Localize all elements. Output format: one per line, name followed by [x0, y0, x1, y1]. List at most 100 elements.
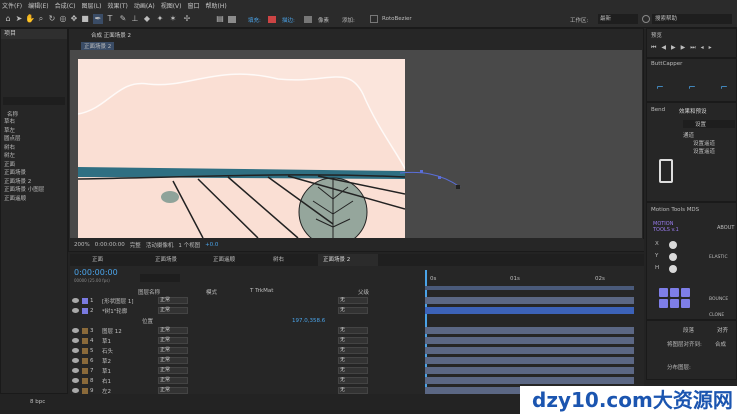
layer-parent[interactable]: 无 — [338, 337, 368, 344]
label-swatch[interactable] — [82, 367, 88, 374]
zoom-tool-icon[interactable]: ⌕ — [36, 14, 46, 24]
layer-duration-bar[interactable] — [425, 347, 634, 354]
table-row[interactable]: 9 左2 正常 无 — [72, 386, 424, 395]
stroke-swatch[interactable] — [268, 16, 276, 23]
search-icon[interactable] — [642, 15, 650, 23]
timeline-search[interactable] — [140, 274, 180, 282]
clone-button[interactable]: CLONE — [709, 313, 724, 318]
layer-mode[interactable]: 正常 — [158, 347, 188, 354]
label-swatch[interactable] — [82, 347, 88, 354]
eye-icon[interactable] — [72, 298, 79, 303]
comp-time[interactable]: 0:00:00:00 — [95, 242, 125, 248]
eye-icon[interactable] — [72, 368, 79, 373]
anchor-grid-cell[interactable] — [681, 288, 690, 297]
effects-group[interactable]: 通道 — [683, 131, 694, 139]
layer-name[interactable]: 右1 — [102, 377, 158, 385]
bit-depth[interactable]: 8 bpc — [30, 399, 45, 405]
comp-subtab[interactable]: 正面场景 2 — [81, 42, 115, 50]
layer-duration-bar[interactable] — [425, 367, 634, 374]
project-item[interactable]: 正面遥顺 — [4, 194, 66, 203]
align-icon[interactable]: ▤ — [215, 14, 225, 24]
layer-duration-bar[interactable] — [425, 307, 634, 314]
timeline-tab[interactable]: 树右 — [268, 254, 318, 266]
table-row[interactable]: 8 右1 正常 无 — [72, 376, 424, 385]
timeline-tab[interactable]: 正面遥顺 — [208, 254, 268, 266]
table-row[interactable]: 3 图层 12 正常 无 — [72, 326, 424, 335]
project-item[interactable]: 正面场景 小图层 — [4, 185, 66, 194]
clone-tool-icon[interactable]: ⊥ — [130, 14, 140, 24]
puppet-tool-icon[interactable]: ✶ — [168, 14, 178, 24]
slider-x[interactable] — [669, 241, 677, 249]
slider-h[interactable] — [669, 265, 677, 273]
label-swatch[interactable] — [82, 357, 88, 364]
layer-name[interactable]: 草2 — [102, 357, 158, 365]
eye-icon[interactable] — [72, 338, 79, 343]
menu-window[interactable]: 窗口 — [187, 1, 199, 10]
project-item[interactable]: 草右 — [4, 117, 66, 126]
menu-layer[interactable]: 图层(L) — [82, 1, 102, 10]
pin-tool-icon[interactable]: ✢ — [182, 14, 192, 24]
project-item[interactable]: 树左 — [4, 151, 66, 160]
layer-mode[interactable]: 正常 — [158, 297, 188, 304]
elastic-button[interactable]: ELASTIC — [709, 255, 728, 260]
project-item[interactable]: 正面 — [4, 160, 66, 169]
eye-icon[interactable] — [72, 378, 79, 383]
layer-parent[interactable]: 无 — [338, 387, 368, 394]
layer-name[interactable]: *树1"轮廓 — [102, 307, 158, 315]
layer-parent[interactable]: 无 — [338, 377, 368, 384]
table-row[interactable]: 2 *树1"轮廓 正常 无 — [72, 306, 424, 315]
position-value[interactable]: 197.0,358.6 — [292, 318, 325, 324]
zoom-select[interactable]: 200% — [74, 242, 90, 248]
layer-name[interactable]: [形状图层 1] — [102, 297, 158, 305]
project-search[interactable] — [3, 97, 65, 105]
effects-tab[interactable]: 效果和预设 — [679, 107, 707, 115]
hand-tool-icon[interactable]: ✋ — [25, 14, 35, 24]
bounce-button[interactable]: BOUNCE — [709, 297, 728, 302]
table-row[interactable]: 7 草1 正常 无 — [72, 366, 424, 375]
label-swatch[interactable] — [82, 307, 88, 314]
layer-duration-bar[interactable] — [425, 357, 634, 364]
layer-name[interactable]: 草1 — [102, 337, 158, 345]
label-swatch[interactable] — [82, 297, 88, 304]
layer-parent[interactable]: 无 — [338, 367, 368, 374]
layer-name[interactable]: 左2 — [102, 387, 158, 395]
align-to-select[interactable]: 合成 — [715, 340, 726, 348]
eye-icon[interactable] — [72, 328, 79, 333]
label-swatch[interactable] — [82, 327, 88, 334]
cap-butt-icon[interactable]: ⌐ — [655, 83, 665, 93]
brush-tool-icon[interactable]: ✎ — [118, 14, 128, 24]
stroke-width-swatch[interactable] — [304, 16, 312, 23]
camera-select[interactable]: 活动摄像机 — [146, 241, 174, 249]
eye-icon[interactable] — [72, 388, 79, 393]
timeline-tab[interactable]: 正面场景 — [150, 254, 208, 266]
layer-parent[interactable]: 无 — [338, 297, 368, 304]
exposure-offset[interactable]: +0.0 — [205, 242, 218, 248]
eye-icon[interactable] — [72, 348, 79, 353]
menu-animation[interactable]: 动画(A) — [134, 1, 155, 10]
workspace-select[interactable]: 最新 — [598, 14, 638, 24]
camera-tool-icon[interactable]: ◎ — [58, 14, 68, 24]
eraser-tool-icon[interactable]: ◆ — [142, 14, 152, 24]
eye-icon[interactable] — [72, 308, 79, 313]
paragraph-tab[interactable]: 段落 — [683, 326, 694, 334]
roto-tool-icon[interactable]: ✦ — [155, 14, 165, 24]
rotobezier-checkbox[interactable] — [370, 15, 378, 23]
layer-mode[interactable]: 正常 — [158, 327, 188, 334]
anchor-grid-cell[interactable] — [670, 299, 679, 308]
layer-duration-bar[interactable] — [425, 337, 634, 344]
layer-duration-bar[interactable] — [425, 377, 634, 384]
cap-round-icon[interactable]: ⌐ — [687, 83, 697, 93]
label-swatch[interactable] — [82, 337, 88, 344]
layer-duration-bar[interactable] — [425, 327, 634, 334]
layer-parent[interactable]: 无 — [338, 327, 368, 334]
label-swatch[interactable] — [82, 377, 88, 384]
menu-effect[interactable]: 效果(T) — [108, 1, 128, 10]
effects-item-1[interactable]: 设置遥道 — [693, 139, 715, 147]
pen-tool-icon[interactable]: ✒ — [93, 14, 103, 24]
bend-tab[interactable]: Bend — [651, 107, 665, 113]
layer-duration-bar[interactable] — [425, 297, 634, 304]
anchor-grid-cell[interactable] — [681, 299, 690, 308]
effects-search[interactable]: 设置 — [683, 120, 735, 128]
effects-item-2[interactable]: 设置遥道 — [693, 147, 715, 155]
layer-mode[interactable]: 正常 — [158, 367, 188, 374]
